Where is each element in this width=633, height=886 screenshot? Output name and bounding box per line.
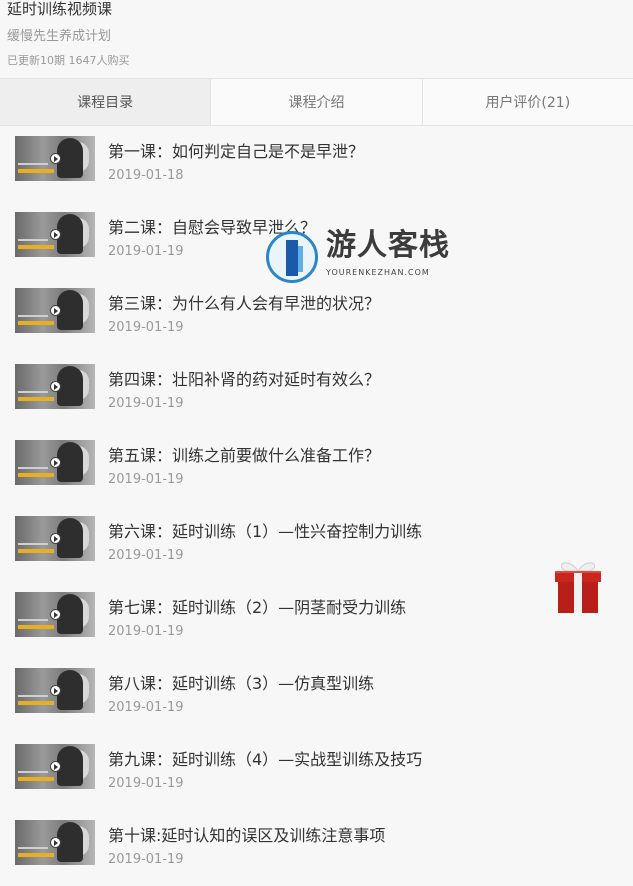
lesson-thumbnail xyxy=(15,516,95,561)
play-icon xyxy=(50,609,61,620)
lesson-date: 2019-01-19 xyxy=(108,320,184,335)
lesson-thumbnail xyxy=(15,820,95,865)
lesson-thumbnail xyxy=(15,364,95,409)
tab-reviews[interactable]: 用户评价(21) xyxy=(423,79,633,125)
watermark: 游人客栈 YOURENKEZHAN.COM xyxy=(266,228,458,286)
lesson-date: 2019-01-19 xyxy=(108,852,184,867)
lesson-item[interactable]: 第十课:延时认知的误区及训练注意事项 2019-01-19 xyxy=(0,810,633,886)
watermark-name: 游人客栈 xyxy=(326,228,450,263)
lesson-thumbnail xyxy=(15,592,95,637)
lesson-item[interactable]: 第三课：为什么有人会有早泄的状况？ 2019-01-19 xyxy=(0,278,633,354)
gift-icon-graphic xyxy=(555,562,601,613)
lesson-item[interactable]: 第九课：延时训练（4）—实战型训练及技巧 2019-01-19 xyxy=(0,734,633,810)
course-title: 延时训练视频课 xyxy=(7,0,113,18)
play-icon xyxy=(50,229,61,240)
lesson-thumbnail xyxy=(15,136,95,181)
lesson-date: 2019-01-19 xyxy=(108,472,184,487)
course-header: 延时训练视频课 缓慢先生养成计划 已更新10期 1647人购买 xyxy=(0,0,633,78)
watermark-logo-icon xyxy=(266,231,318,283)
tab-bar: 课程目录 课程介绍 用户评价(21) xyxy=(0,78,633,126)
lesson-title: 第一课：如何判定自己是不是早泄？ xyxy=(108,142,365,161)
course-author: 缓慢先生养成计划 xyxy=(7,29,112,44)
lesson-item[interactable]: 第六课：延时训练（1）—性兴奋控制力训练 2019-01-19 xyxy=(0,506,633,582)
tab-introduction[interactable]: 课程介绍 xyxy=(211,79,423,125)
tab-catalog[interactable]: 课程目录 xyxy=(0,79,212,125)
lesson-title: 第十课:延时认知的误区及训练注意事项 xyxy=(108,826,386,845)
lesson-date: 2019-01-19 xyxy=(108,624,184,639)
course-stats: 已更新10期 1647人购买 xyxy=(7,54,130,67)
lesson-date: 2019-01-18 xyxy=(108,168,184,183)
play-icon xyxy=(50,533,61,544)
play-icon xyxy=(50,837,61,848)
play-icon xyxy=(50,761,61,772)
lesson-item[interactable]: 第一课：如何判定自己是不是早泄？ 2019-01-18 xyxy=(0,126,633,202)
watermark-url: YOURENKEZHAN.COM xyxy=(326,268,430,277)
lesson-title: 第五课：训练之前要做什么准备工作？ xyxy=(108,446,381,465)
play-icon xyxy=(50,457,61,468)
play-icon xyxy=(50,685,61,696)
play-icon xyxy=(50,305,61,316)
play-icon xyxy=(50,381,61,392)
lesson-date: 2019-01-19 xyxy=(108,776,184,791)
lesson-thumbnail xyxy=(15,744,95,789)
lesson-thumbnail xyxy=(15,212,95,257)
lesson-title: 第九课：延时训练（4）—实战型训练及技巧 xyxy=(108,750,423,769)
lesson-title: 第六课：延时训练（1）—性兴奋控制力训练 xyxy=(108,522,423,541)
lesson-item[interactable]: 第四课：壮阳补肾的药对延时有效么？ 2019-01-19 xyxy=(0,354,633,430)
lesson-thumbnail xyxy=(15,668,95,713)
lesson-date: 2019-01-19 xyxy=(108,700,184,715)
lesson-title: 第八课：延时训练（3）—仿真型训练 xyxy=(108,674,375,693)
lesson-item[interactable]: 第五课：训练之前要做什么准备工作？ 2019-01-19 xyxy=(0,430,633,506)
lesson-title: 第三课：为什么有人会有早泄的状况？ xyxy=(108,294,381,313)
gift-icon[interactable] xyxy=(553,556,603,614)
lesson-title: 第四课：壮阳补肾的药对延时有效么？ xyxy=(108,370,381,389)
lesson-thumbnail xyxy=(15,440,95,485)
play-icon xyxy=(50,153,61,164)
lesson-thumbnail xyxy=(15,288,95,333)
lesson-date: 2019-01-19 xyxy=(108,396,184,411)
lesson-date: 2019-01-19 xyxy=(108,244,184,259)
lesson-item[interactable]: 第八课：延时训练（3）—仿真型训练 2019-01-19 xyxy=(0,658,633,734)
lesson-title: 第七课：延时训练（2）—阴茎耐受力训练 xyxy=(108,598,407,617)
lesson-date: 2019-01-19 xyxy=(108,548,184,563)
lesson-item[interactable]: 第七课：延时训练（2）—阴茎耐受力训练 2019-01-19 xyxy=(0,582,633,658)
